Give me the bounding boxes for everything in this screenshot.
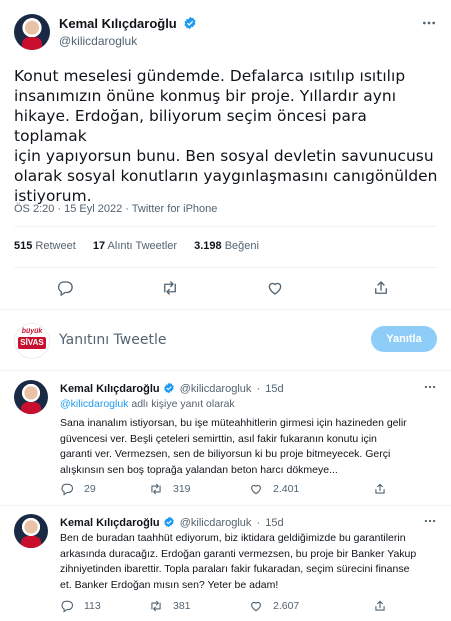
- reply-like-button[interactable]: 2.401: [249, 482, 299, 496]
- author-avatar[interactable]: [14, 14, 50, 50]
- reply-header: Kemal Kılıçdaroğlu @kilicdarogluk · 15d: [60, 516, 284, 529]
- reply-text: Ben de buradan taahhüt ediyorum, biz ikt…: [60, 532, 417, 591]
- quote-count: 17: [92, 240, 106, 252]
- reply-author-avatar[interactable]: [14, 514, 48, 548]
- retweet-label: Retweet: [35, 240, 76, 252]
- reply-actions: 113 381 2.607: [60, 599, 431, 615]
- retweet-stat[interactable]: 515 Retweet: [14, 240, 76, 252]
- share-icon[interactable]: [372, 279, 390, 297]
- tweet-meta[interactable]: ÖS 2:20 · 15 Eyl 2022 · Twitter for iPho…: [14, 203, 217, 215]
- reply-retweet-button[interactable]: 381: [149, 599, 191, 613]
- retweet-icon[interactable]: [161, 279, 179, 297]
- like-stat[interactable]: 3.198 Beğeni: [194, 240, 259, 252]
- verified-badge-icon: [163, 382, 174, 394]
- reply-share-button[interactable]: [373, 599, 397, 613]
- current-user-avatar[interactable]: büyük SİVAS: [14, 323, 50, 359]
- reply-tweet[interactable]: Kemal Kılıçdaroğlu @kilicdarogluk · 15d …: [0, 370, 451, 505]
- tweet-stats: 515 Retweet 17 Alıntı Tweetler 3.198 Beğ…: [14, 240, 273, 252]
- replying-to-handle[interactable]: @kilicdarogluk: [60, 398, 128, 410]
- reply-time-separator: ·: [256, 517, 261, 529]
- like-icon: [251, 484, 261, 495]
- quote-stat[interactable]: 17 Alıntı Tweetler: [93, 240, 177, 252]
- more-options-icon[interactable]: [423, 380, 437, 399]
- divider: [14, 267, 437, 268]
- divider: [14, 226, 437, 227]
- reply-tweet[interactable]: Kemal Kılıçdaroğlu @kilicdarogluk · 15d …: [0, 505, 451, 621]
- retweet-count: 319: [173, 483, 191, 495]
- reply-retweet-button[interactable]: 319: [149, 482, 191, 496]
- author-handle[interactable]: @kilicdarogluk: [59, 34, 137, 48]
- like-count: 2.401: [273, 483, 300, 495]
- retweet-icon: [151, 483, 161, 495]
- reply-icon: [61, 600, 74, 613]
- avatar-brand-main: SİVAS: [18, 337, 46, 349]
- reply-reply-button[interactable]: 113: [60, 599, 101, 613]
- reply-icon[interactable]: [56, 279, 74, 297]
- verified-badge-icon: [163, 516, 174, 528]
- divider: [0, 309, 451, 310]
- reply-time-separator: ·: [256, 383, 261, 395]
- reply-count: 113: [84, 600, 101, 612]
- reply-input[interactable]: Yanıtını Tweetle: [59, 332, 166, 348]
- reply-text: Sana inanalım istiyorsan, bu işe müteahh…: [60, 417, 407, 476]
- retweet-icon: [151, 600, 161, 612]
- like-count: 2.607: [273, 600, 300, 612]
- quote-label: Alıntı Tweetler: [107, 240, 178, 252]
- reply-reply-button[interactable]: 29: [60, 482, 96, 496]
- like-icon[interactable]: [266, 279, 284, 297]
- like-label: Beğeni: [224, 240, 259, 252]
- retweet-count: 515: [14, 240, 33, 252]
- reply-submit-button[interactable]: Yanıtla: [371, 326, 437, 352]
- tweet-text: Konut meselesi gündemde. Defalarca ısıtı…: [14, 67, 438, 205]
- author-name[interactable]: Kemal Kılıçdaroğlu: [59, 16, 197, 31]
- reply-header: Kemal Kılıçdaroğlu @kilicdarogluk · 15d: [60, 382, 284, 395]
- reply-actions: 29 319 2.401: [60, 482, 431, 498]
- like-icon: [251, 601, 261, 612]
- replying-to: @kilicdarogluk adlı kişiye yanıt olarak: [60, 398, 235, 410]
- share-icon: [375, 600, 385, 611]
- reply-author-handle[interactable]: @kilicdarogluk: [180, 383, 252, 395]
- reply-time[interactable]: 15d: [265, 383, 283, 395]
- reply-like-button[interactable]: 2.607: [249, 599, 299, 613]
- reply-share-button[interactable]: [373, 482, 397, 496]
- reply-author-avatar[interactable]: [14, 380, 48, 414]
- avatar-brand-top: büyük: [21, 328, 43, 335]
- more-options-icon[interactable]: [421, 15, 437, 36]
- reply-icon: [61, 483, 74, 496]
- reply-time[interactable]: 15d: [265, 517, 283, 529]
- verified-badge-icon: [184, 16, 196, 30]
- retweet-count: 381: [173, 600, 191, 612]
- reply-author-name[interactable]: Kemal Kılıçdaroğlu: [60, 383, 160, 395]
- share-icon: [375, 483, 385, 494]
- reply-count: 29: [84, 483, 96, 495]
- reply-author-handle[interactable]: @kilicdarogluk: [180, 517, 252, 529]
- replying-to-label: adlı kişiye yanıt olarak: [128, 398, 235, 410]
- like-count: 3.198: [194, 240, 222, 252]
- author-name-text: Kemal Kılıçdaroğlu: [59, 16, 177, 31]
- reply-author-name[interactable]: Kemal Kılıçdaroğlu: [60, 517, 160, 529]
